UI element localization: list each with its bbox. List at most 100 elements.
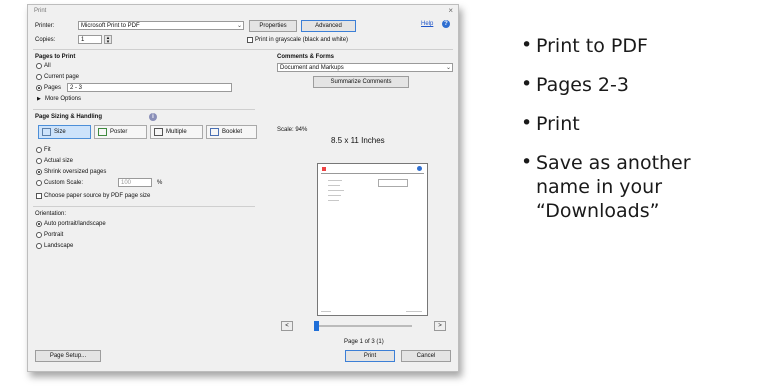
prev-page-button[interactable]: < bbox=[281, 321, 293, 331]
expand-triangle-icon[interactable]: ▶ bbox=[37, 96, 41, 102]
copies-stepper[interactable]: ▴ ▾ bbox=[104, 35, 112, 45]
preview-rule bbox=[321, 173, 424, 174]
multiple-label: Multiple bbox=[166, 129, 187, 135]
divider bbox=[33, 206, 255, 207]
bullet-text-line: Save as another bbox=[536, 152, 691, 174]
grayscale-label: Print in grayscale (black and white) bbox=[255, 37, 349, 43]
grayscale-checkbox[interactable] bbox=[247, 37, 253, 43]
help-icon[interactable]: ? bbox=[442, 20, 450, 28]
advanced-button[interactable]: Advanced bbox=[301, 20, 356, 32]
dialog-title: Print bbox=[34, 8, 47, 14]
page-preview bbox=[317, 163, 428, 316]
pages-range-value: 2 - 3 bbox=[70, 85, 83, 91]
size-icon bbox=[42, 128, 51, 136]
radio-custom-label: Custom Scale: bbox=[44, 180, 84, 186]
radio-all[interactable] bbox=[36, 63, 42, 69]
paper-source-label: Choose paper source by PDF page size bbox=[44, 193, 151, 199]
radio-actual-size[interactable] bbox=[36, 158, 42, 164]
preview-footer bbox=[321, 311, 331, 312]
size-button[interactable]: Size bbox=[38, 125, 91, 139]
radio-landscape-label: Landscape bbox=[44, 243, 74, 249]
radio-all-label: All bbox=[44, 63, 51, 69]
page-slider-thumb[interactable] bbox=[314, 321, 319, 331]
bullet-dot-icon: • bbox=[521, 34, 533, 56]
radio-portrait[interactable] bbox=[36, 232, 42, 238]
radio-landscape[interactable] bbox=[36, 243, 42, 249]
info-icon[interactable]: i bbox=[149, 113, 157, 121]
booklet-label: Booklet bbox=[222, 129, 243, 135]
radio-portrait-label: Portrait bbox=[44, 232, 64, 238]
preview-line bbox=[328, 200, 339, 201]
printer-select[interactable]: Microsoft Print to PDF ⌄ bbox=[78, 21, 244, 30]
radio-auto-label: Auto portrait/landscape bbox=[44, 221, 106, 227]
next-page-button[interactable]: > bbox=[434, 321, 446, 331]
copies-value: 1 bbox=[81, 37, 85, 43]
radio-fit[interactable] bbox=[36, 147, 42, 153]
preview-field bbox=[378, 179, 408, 187]
radio-pages-label: Pages bbox=[44, 85, 62, 91]
comments-forms-heading: Comments & Forms bbox=[277, 54, 335, 60]
chevron-down-icon: ⌄ bbox=[445, 65, 451, 71]
close-icon[interactable]: × bbox=[448, 6, 453, 15]
preview-footer bbox=[406, 311, 422, 312]
page-slider-track[interactable] bbox=[314, 325, 412, 327]
bullet-text: Print to PDF bbox=[536, 35, 648, 57]
percent-label: % bbox=[157, 180, 163, 186]
radio-custom-scale[interactable] bbox=[36, 180, 42, 186]
radio-pages[interactable] bbox=[36, 85, 42, 91]
radio-current-label: Current page bbox=[44, 74, 80, 80]
ms-logo-icon bbox=[322, 167, 326, 171]
bullet-dot-icon: • bbox=[521, 112, 533, 134]
multiple-button[interactable]: Multiple bbox=[150, 125, 203, 139]
radio-shrink[interactable] bbox=[36, 169, 42, 175]
printer-label: Printer: bbox=[35, 23, 55, 29]
poster-button[interactable]: Poster bbox=[94, 125, 147, 139]
preview-line bbox=[328, 180, 342, 181]
comments-forms-select[interactable]: Document and Markups ⌄ bbox=[277, 63, 453, 72]
summarize-comments-button[interactable]: Summarize Comments bbox=[313, 76, 409, 88]
bullet-text: Print bbox=[536, 113, 580, 135]
paper-size-readout: 8.5 x 11 Inches bbox=[331, 136, 385, 145]
copies-label: Copies: bbox=[35, 37, 56, 43]
booklet-button[interactable]: Booklet bbox=[206, 125, 257, 139]
pages-to-print-heading: Pages to Print bbox=[35, 54, 76, 60]
radio-shrink-label: Shrink oversized pages bbox=[44, 169, 107, 175]
bullet-text: Pages 2-3 bbox=[536, 74, 629, 96]
custom-scale-input[interactable]: 100 bbox=[118, 178, 152, 187]
more-options-link[interactable]: More Options bbox=[45, 96, 81, 102]
radio-auto-orientation[interactable] bbox=[36, 221, 42, 227]
bullet-dot-icon: • bbox=[521, 73, 533, 95]
print-button[interactable]: Print bbox=[345, 350, 395, 362]
poster-icon bbox=[98, 128, 107, 136]
custom-scale-value: 100 bbox=[121, 180, 132, 186]
print-dialog: Print × Printer: Microsoft Print to PDF … bbox=[27, 4, 459, 372]
scale-readout: Scale: 94% bbox=[277, 127, 308, 133]
cancel-button[interactable]: Cancel bbox=[401, 350, 451, 362]
preview-line bbox=[328, 195, 341, 196]
orientation-heading: Orientation: bbox=[35, 211, 67, 217]
page-setup-button[interactable]: Page Setup... bbox=[35, 350, 101, 362]
help-link[interactable]: Help bbox=[421, 21, 433, 27]
chevron-down-icon: ⌄ bbox=[236, 23, 242, 29]
preview-dot-icon bbox=[417, 166, 422, 171]
multiple-icon bbox=[154, 128, 163, 136]
preview-line bbox=[328, 185, 340, 186]
booklet-icon bbox=[210, 128, 219, 136]
radio-fit-label: Fit bbox=[44, 147, 51, 153]
bullet-text-line: “Downloads” bbox=[536, 200, 660, 222]
preview-line bbox=[328, 190, 344, 191]
printer-value: Microsoft Print to PDF bbox=[81, 23, 140, 29]
radio-actual-label: Actual size bbox=[44, 158, 74, 164]
pages-range-input[interactable]: 2 - 3 bbox=[67, 83, 232, 92]
page-counter: Page 1 of 3 (1) bbox=[344, 339, 384, 345]
page-sizing-heading: Page Sizing & Handling bbox=[35, 114, 103, 120]
paper-source-checkbox[interactable] bbox=[36, 193, 42, 199]
bullet-dot-icon: • bbox=[521, 151, 533, 173]
copies-input[interactable]: 1 bbox=[78, 35, 102, 44]
poster-label: Poster bbox=[110, 129, 128, 135]
radio-current-page[interactable] bbox=[36, 74, 42, 80]
bullet-text-line: name in your bbox=[536, 176, 663, 198]
properties-button[interactable]: Properties bbox=[249, 20, 297, 32]
size-label: Size bbox=[54, 129, 66, 135]
divider bbox=[33, 109, 255, 110]
